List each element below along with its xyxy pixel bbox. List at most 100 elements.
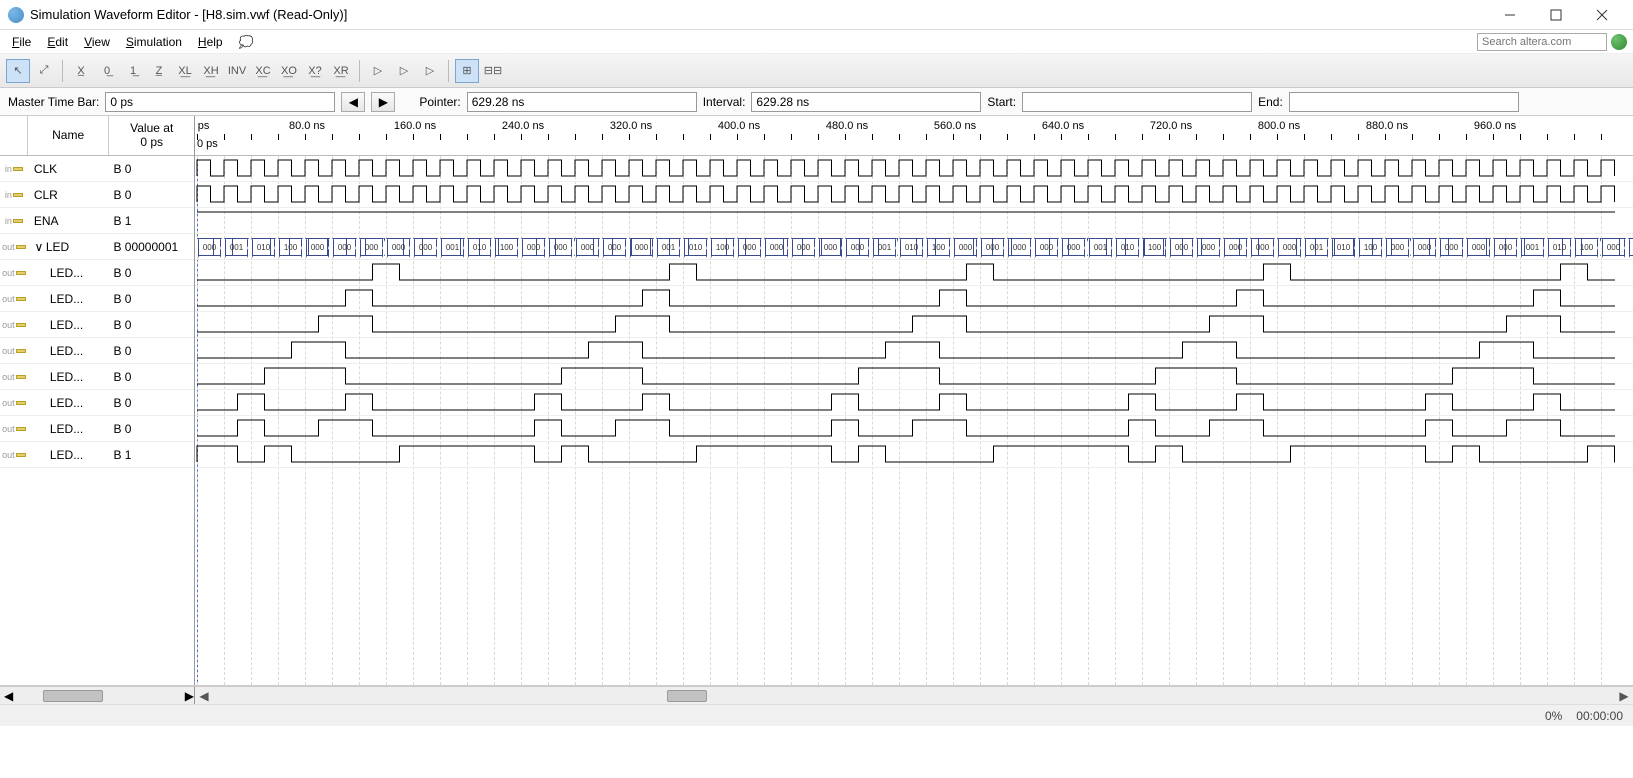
- display-options[interactable]: ⊟⊟: [481, 59, 505, 83]
- menu-view[interactable]: View: [78, 33, 116, 51]
- end-field[interactable]: [1289, 92, 1519, 112]
- bus-value: 100: [1574, 238, 1599, 256]
- signal-hscroll[interactable]: ◀ ▶: [0, 686, 195, 704]
- force-1[interactable]: 1̲: [121, 59, 145, 83]
- count-2[interactable]: X͟?: [303, 59, 327, 83]
- signal-value: B 1: [113, 214, 131, 228]
- force-l[interactable]: X͟L: [173, 59, 197, 83]
- signal-row[interactable]: outLED...B 0: [0, 416, 194, 442]
- snap-1[interactable]: ▷: [366, 59, 390, 83]
- waveform-row[interactable]: [195, 364, 1633, 390]
- signal-row[interactable]: outLED...B 0: [0, 390, 194, 416]
- col-header-value: Value at 0 ps: [109, 116, 194, 155]
- invert[interactable]: INV: [225, 59, 249, 83]
- bus-value: 010: [1331, 238, 1356, 256]
- waveform-row[interactable]: [195, 338, 1633, 364]
- step-fwd-button[interactable]: ▶: [371, 92, 395, 112]
- waveform-row[interactable]: [195, 156, 1633, 182]
- waveform-row[interactable]: 0000010101000000000000000000010101000000…: [195, 234, 1633, 260]
- count-c[interactable]: X͟C: [251, 59, 275, 83]
- waveform-row[interactable]: [195, 260, 1633, 286]
- force-x[interactable]: X̲: [69, 59, 93, 83]
- search-input[interactable]: [1477, 33, 1607, 51]
- input-pin-icon: in: [5, 190, 12, 200]
- output-pin-icon: out: [2, 268, 15, 278]
- bus-value: 010: [1115, 238, 1140, 256]
- waveform-panel[interactable]: 0 ps 0 ps80.0 ns160.0 ns240.0 ns320.0 ns…: [195, 116, 1633, 685]
- bus-value: 000: [1196, 238, 1221, 256]
- bus-value: 001: [872, 238, 897, 256]
- bus-value: 010: [467, 238, 492, 256]
- waveform-row[interactable]: [195, 182, 1633, 208]
- waveform-hscroll[interactable]: ◀ ▶: [195, 686, 1633, 704]
- waveform-rows[interactable]: 0000010101000000000000000000010101000000…: [195, 156, 1633, 685]
- count-o[interactable]: X͟O: [277, 59, 301, 83]
- signal-row[interactable]: inCLKB 0: [0, 156, 194, 182]
- bus-value: 000: [1007, 238, 1032, 256]
- collapse-icon[interactable]: ∨: [34, 240, 44, 254]
- signal-row[interactable]: outLED...B 0: [0, 312, 194, 338]
- pin-icon: [16, 375, 26, 379]
- force-0[interactable]: 0̲: [95, 59, 119, 83]
- bus-value: 001: [1088, 238, 1113, 256]
- ruler-tick-label: 720.0 ns: [1150, 120, 1192, 132]
- globe-icon[interactable]: [1611, 34, 1627, 50]
- output-pin-icon: out: [2, 346, 15, 356]
- master-time-field[interactable]: [105, 92, 335, 112]
- menu-simulation[interactable]: Simulation: [120, 33, 188, 51]
- snap-3[interactable]: ▷: [418, 59, 442, 83]
- menu-edit[interactable]: Edit: [41, 33, 74, 51]
- ruler-tick-label: 400.0 ns: [718, 120, 760, 132]
- signal-value: B 0: [113, 422, 131, 436]
- waveform-row[interactable]: [195, 390, 1633, 416]
- pin-icon: [16, 401, 26, 405]
- end-label: End:: [1258, 95, 1283, 109]
- help-bubble-icon[interactable]: 💭: [233, 33, 260, 51]
- signal-name: LED...: [50, 292, 83, 306]
- snap-2[interactable]: ▷: [392, 59, 416, 83]
- signal-row[interactable]: inENAB 1: [0, 208, 194, 234]
- close-button[interactable]: [1579, 0, 1625, 30]
- pointer-field[interactable]: [467, 92, 697, 112]
- ruler-tick-label: 640.0 ns: [1042, 120, 1084, 132]
- bus-value: 001: [440, 238, 465, 256]
- interval-field[interactable]: [751, 92, 981, 112]
- maximize-button[interactable]: [1533, 0, 1579, 30]
- menu-file[interactable]: File: [6, 33, 37, 51]
- pointer-tool[interactable]: ↖: [6, 59, 30, 83]
- force-h[interactable]: X͟H: [199, 59, 223, 83]
- waveform-row[interactable]: [195, 286, 1633, 312]
- bus-value: 001: [656, 238, 681, 256]
- signal-row[interactable]: out∨LEDB 00000001: [0, 234, 194, 260]
- pin-icon: [16, 427, 26, 431]
- force-z[interactable]: Z̲: [147, 59, 171, 83]
- signal-row[interactable]: outLED...B 0: [0, 260, 194, 286]
- bus-value: 000: [845, 238, 870, 256]
- pin-icon: [13, 167, 23, 171]
- time-ruler[interactable]: 0 ps 0 ps80.0 ns160.0 ns240.0 ns320.0 ns…: [195, 116, 1633, 156]
- signal-name: CLR: [34, 188, 58, 202]
- ruler-zero-label: 0 ps: [197, 138, 218, 150]
- grid-options[interactable]: ⊞: [455, 59, 479, 83]
- waveform-row[interactable]: [195, 442, 1633, 468]
- signal-row[interactable]: outLED...B 0: [0, 286, 194, 312]
- master-time-label: Master Time Bar:: [8, 95, 99, 109]
- waveform-row[interactable]: [195, 416, 1633, 442]
- signal-value: B 00000001: [113, 240, 178, 254]
- interval-label: Interval:: [703, 95, 746, 109]
- output-pin-icon: out: [2, 424, 15, 434]
- signal-row[interactable]: outLED...B 0: [0, 364, 194, 390]
- signal-row[interactable]: outLED...B 1: [0, 442, 194, 468]
- start-field[interactable]: [1022, 92, 1252, 112]
- signal-row[interactable]: inCLRB 0: [0, 182, 194, 208]
- signal-row[interactable]: outLED...B 0: [0, 338, 194, 364]
- step-back-button[interactable]: ◀: [341, 92, 365, 112]
- pin-icon: [13, 193, 23, 197]
- minimize-button[interactable]: [1487, 0, 1533, 30]
- zoom-tool[interactable]: ⤢: [32, 59, 56, 83]
- menu-help[interactable]: Help: [192, 33, 229, 51]
- waveform-row[interactable]: [195, 208, 1633, 234]
- signal-name: LED...: [50, 396, 83, 410]
- waveform-row[interactable]: [195, 312, 1633, 338]
- rand[interactable]: X͟R: [329, 59, 353, 83]
